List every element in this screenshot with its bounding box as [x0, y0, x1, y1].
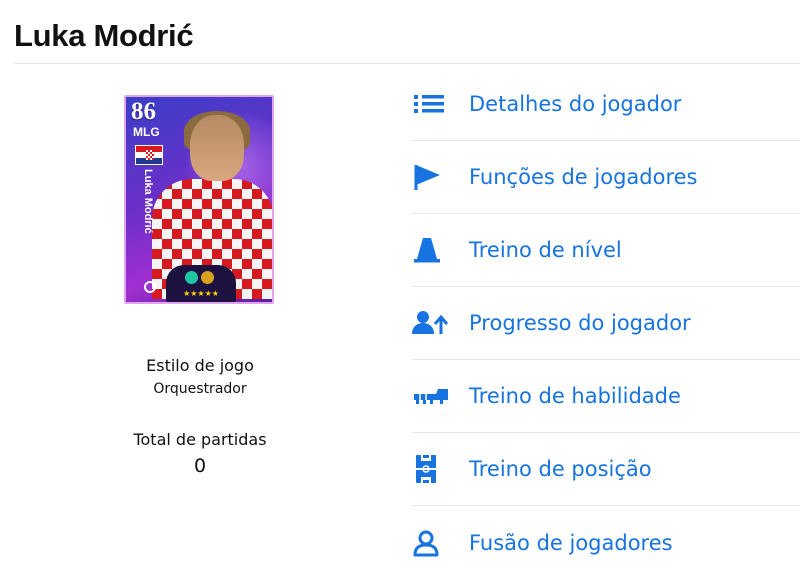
menu-item-label: Funções de jogadores — [469, 165, 698, 189]
user-circle-icon — [412, 529, 454, 557]
playstyle-value: Orquestrador — [153, 381, 247, 397]
menu-item-level-training[interactable]: Treino de nível — [412, 214, 800, 287]
menu-item-player-details[interactable]: Detalhes do jogador — [412, 68, 800, 141]
stars-icon: ★★★★★ — [183, 289, 219, 298]
card-rating: 86 — [131, 98, 156, 125]
card-player-name: Luka Modrić — [142, 169, 154, 234]
menu-item-label: Fusão de jogadores — [469, 530, 673, 555]
player-card: 86 MLG Luka Modrić ★★★★★ — [124, 95, 274, 304]
menu-item-label: Treino de nível — [469, 238, 622, 262]
cone-icon — [412, 236, 454, 264]
menu-item-label: Treino de habilidade — [469, 384, 681, 408]
menu-item-label: Treino de posição — [469, 457, 652, 481]
player-face — [190, 115, 244, 181]
matches-value: 0 — [193, 455, 207, 477]
matches-label: Total de partidas — [133, 430, 267, 449]
menu-item-player-roles[interactable]: Funções de jogadores — [412, 141, 800, 214]
list-icon — [412, 90, 454, 118]
title-divider — [14, 63, 800, 64]
pitch-icon — [412, 455, 454, 483]
skill-green-icon — [185, 271, 198, 284]
menu-item-position-training[interactable]: Treino de posição — [412, 433, 800, 506]
flag-icon — [412, 163, 454, 191]
card-position: MLG — [133, 125, 160, 139]
card-logo-icon — [144, 281, 156, 293]
card-skill-badge: ★★★★★ — [166, 265, 236, 302]
playstyle-label: Estilo de jogo — [146, 356, 254, 375]
croatia-flag-icon — [135, 145, 163, 165]
person-up-icon — [412, 309, 454, 337]
menu-item-skill-training[interactable]: Treino de habilidade — [412, 360, 800, 433]
menu-item-label: Progresso do jogador — [469, 311, 691, 335]
menu-item-label: Detalhes do jogador — [469, 92, 682, 116]
menu-item-player-fusion[interactable]: Fusão de jogadores — [412, 506, 800, 579]
page-title: Luka Modrić — [14, 18, 194, 53]
boot-icon — [412, 382, 454, 410]
menu-item-player-progress[interactable]: Progresso do jogador — [412, 287, 800, 360]
skill-gold-icon — [201, 271, 214, 284]
player-menu: Detalhes do jogador Funções de jogadores… — [412, 68, 800, 579]
